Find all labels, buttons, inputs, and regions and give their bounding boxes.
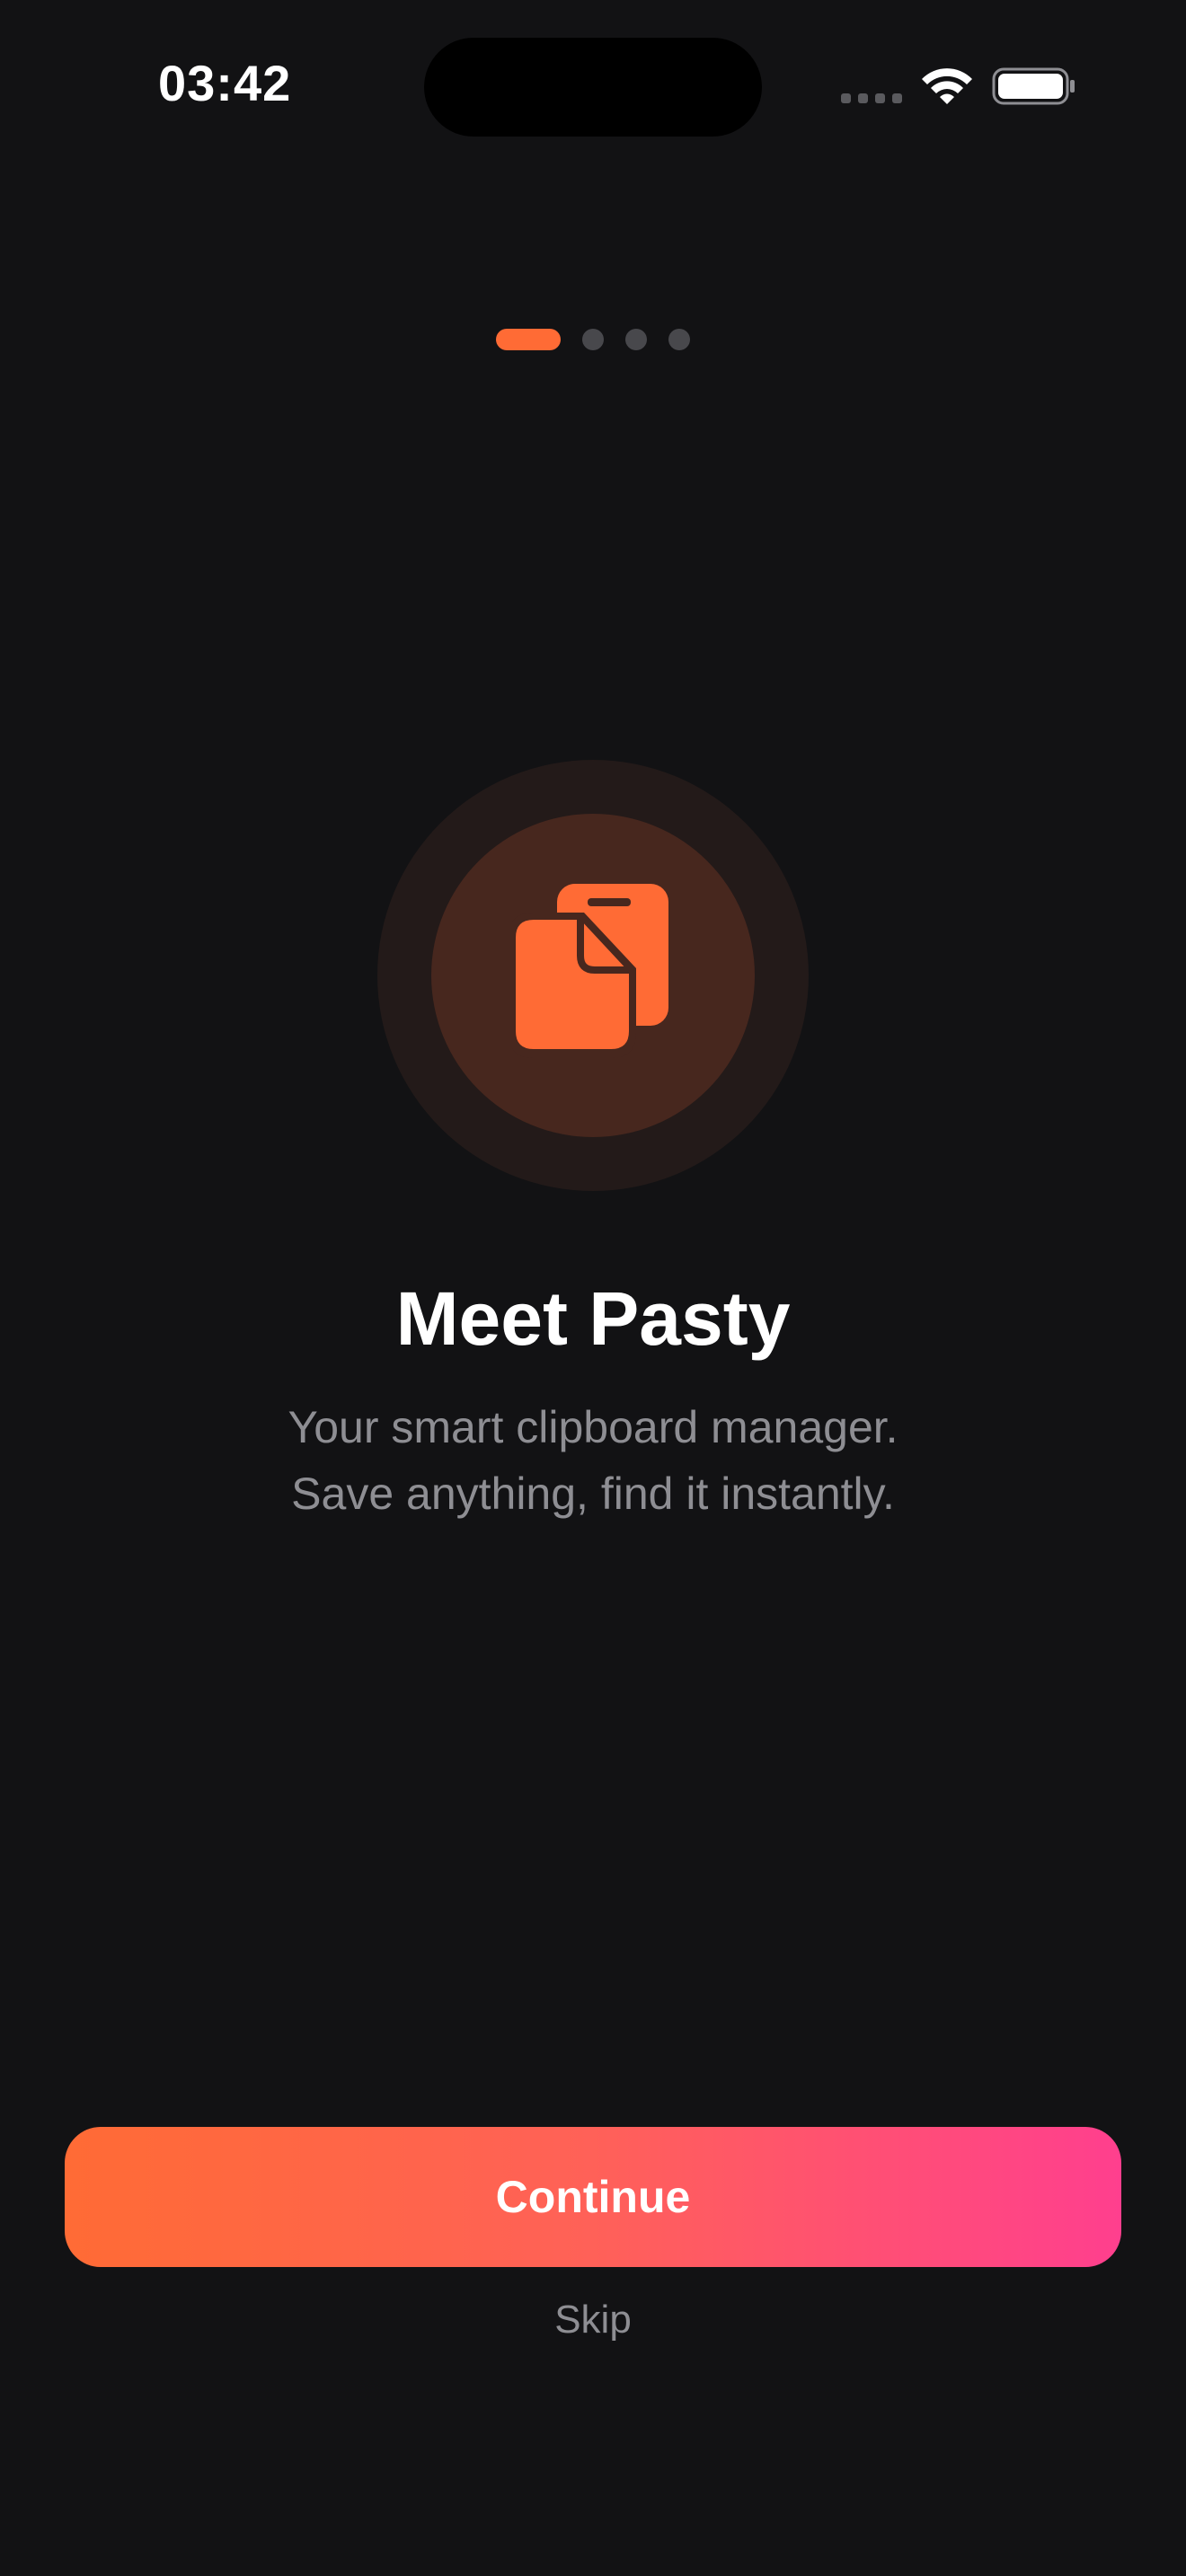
dynamic-island (424, 38, 762, 137)
continue-button[interactable]: Continue (65, 2127, 1121, 2267)
page-indicator (0, 328, 1186, 351)
subtitle-line-2: Save anything, find it instantly. (291, 1469, 895, 1519)
onboarding-screen: 03:42 Meet Pasty Your smart clipboard ma (0, 0, 1186, 2576)
page-dot[interactable] (625, 329, 647, 350)
cellular-signal-icon (841, 93, 902, 106)
wifi-icon (922, 68, 972, 104)
battery-icon (992, 67, 1075, 105)
clipboard-documents-icon (512, 884, 668, 1058)
skip-button[interactable]: Skip (0, 2298, 1186, 2342)
onboarding-subtitle: Your smart clipboard manager. Save anyth… (0, 1394, 1186, 1527)
page-dot[interactable] (668, 329, 690, 350)
page-dot[interactable] (582, 329, 604, 350)
onboarding-title: Meet Pasty (395, 1276, 791, 1361)
subtitle-line-1: Your smart clipboard manager. (288, 1402, 898, 1452)
status-time: 03:42 (158, 55, 292, 111)
page-dot-active[interactable] (496, 329, 561, 350)
